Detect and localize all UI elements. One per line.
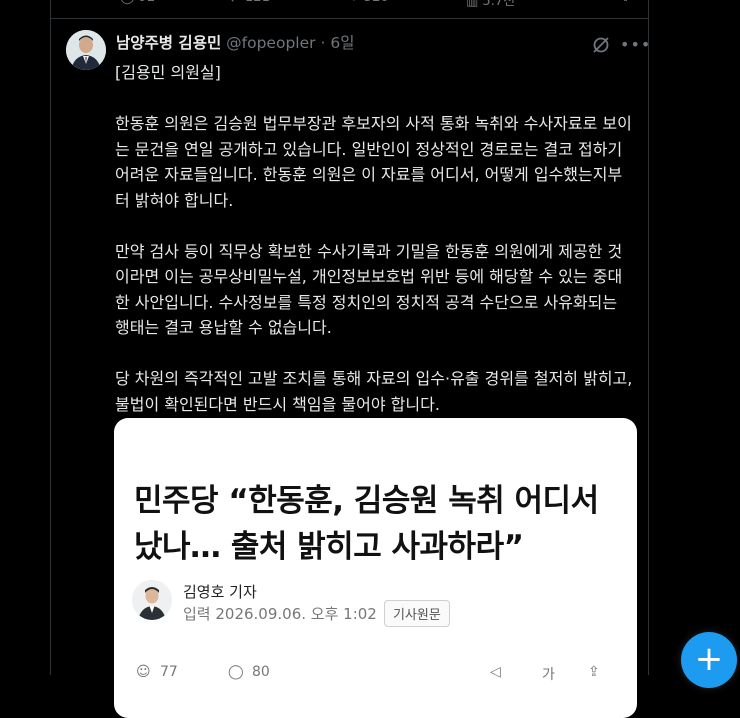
post-divider [50,18,648,19]
like-action[interactable]: ♡ 520 [348,0,389,5]
repost-action[interactable]: ⇄ 121 [230,0,270,5]
author-avatar[interactable] [66,30,106,70]
post-body: [김용민 의원실] 한동훈 의원은 김승원 법무부장관 후보자의 사적 통화 녹… [115,63,633,414]
article-headline: 민주당 “한동훈, 김승원 녹취 어디서 났나… 출처 밝히고 사과하라” [134,483,599,565]
grok-icon[interactable] [591,35,611,55]
article-reactions-bar: ☺ 77 ◯ 80 ◁ 가 ⇪ [130,664,621,684]
reply-count: 92 [139,0,156,5]
article-share-icon[interactable]: ⇪ [588,664,600,680]
author-handle[interactable]: @fopeopler [226,34,315,52]
post-time[interactable]: 6일 [330,34,354,52]
reply-action[interactable]: ◯ 92 [120,0,155,5]
author-name[interactable]: 남양주병 김용민 [116,34,221,52]
avatar-image [66,30,106,70]
reaction-count: 77 [160,664,178,680]
reporter-avatar [132,580,172,620]
meta-separator: · [320,34,326,52]
previous-post-actions: ◯ 92 ⇄ 121 ♡ 520 ▥ 5.7천 ⇪ [108,0,638,9]
original-article-button[interactable]: 기사원문 [384,600,450,627]
repost-count: 121 [245,0,270,5]
right-column-divider [648,0,649,675]
audio-icon[interactable]: ◁ [490,664,501,680]
article-card[interactable]: 민주당 “한동훈, 김승원 녹취 어디서 났나… 출처 밝히고 사과하라” 김영… [114,418,637,718]
reporter-avatar-image [132,580,172,620]
like-count: 520 [364,0,389,5]
views-action[interactable]: ▥ 5.7천 [466,0,515,9]
comment-count: 80 [252,664,270,680]
view-count: 5.7천 [482,0,516,9]
reaction-emoji-icon[interactable]: ☺ [136,664,151,680]
post-header: 남양주병 김용민 @fopeopler · 6일 [116,31,354,53]
reporter-name: 김영호 기자 [183,583,257,601]
comment-icon[interactable]: ◯ [228,664,244,680]
left-column-divider [50,0,51,675]
font-size-icon[interactable]: 가 [542,664,555,684]
share-icon[interactable]: ⇪ [620,0,631,5]
article-date: 입력 2026.09.06. 오후 1:02 [183,605,377,623]
compose-plus-icon[interactable]: + [681,632,737,688]
more-icon[interactable]: ••• [620,37,651,53]
